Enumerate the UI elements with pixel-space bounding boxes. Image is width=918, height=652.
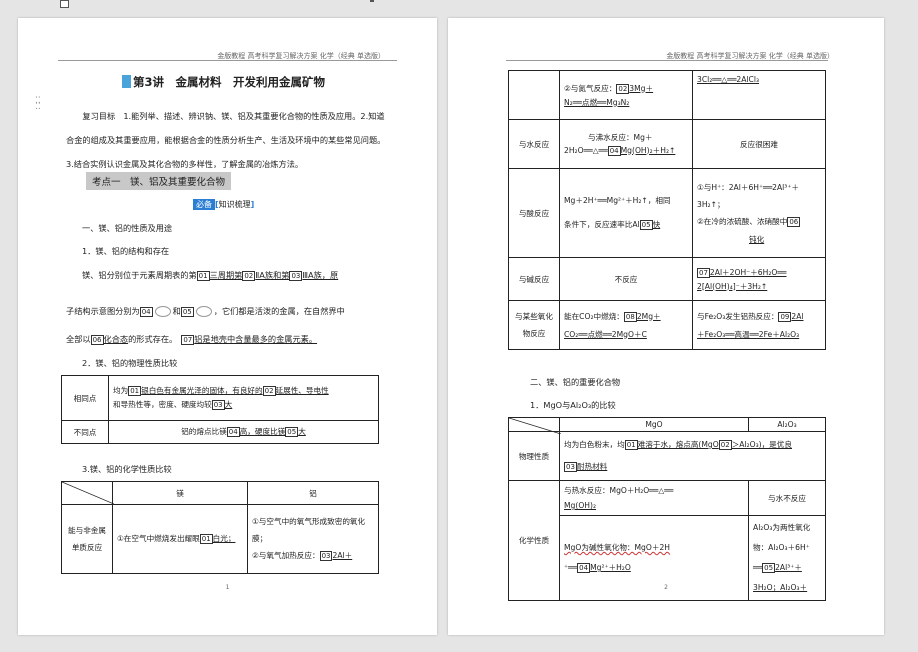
review-objectives: 复习目标 1.能列举、描述、辨识钠、镁、铝及其重要化合物的性质及应用。2.知道合…	[66, 111, 386, 169]
table-cell: 不反应	[559, 257, 693, 301]
heading-1-2: 2．镁、铝的物理性质比较	[82, 358, 178, 368]
badge-primary: 必备	[193, 199, 215, 210]
table-cell: 能在CO₂中燃烧： 08 2Mg＋ CO₂══点燃══2MgO＋C	[559, 300, 693, 350]
page-number: 1	[225, 584, 230, 591]
table-row: 与水反应 与沸水反应：Mg＋ 2H₂O══△══ 04 Mg(OH)₂＋H₂↑ 反应很…	[508, 119, 826, 169]
diagonal-header-cell	[508, 417, 561, 434]
diagonal-header-cell	[61, 481, 114, 505]
document-page-1: 金版教程 高考科学复习解决方案 化学（经典 单选版） ⁚⁚ ⁚⁚ 第3讲 金属材料…	[18, 18, 437, 635]
row-label: 与碱反应	[508, 257, 560, 301]
heading-2: 二、镁、铝的重要化合物	[530, 377, 621, 387]
table-row: 不同点 铝的熔点比镁 04 高，硬度比镁 05 大	[61, 420, 379, 444]
table-cell: 反应很困难	[692, 119, 826, 169]
al-atom-diagram-icon	[195, 306, 212, 317]
table-cell: 与水不反应	[748, 480, 826, 516]
row-label: 相同点	[61, 375, 109, 421]
physical-properties-table: 相同点 均为 01 银白色有金属光泽的固体，有良好的 02 延展性、导电性 和导热性等，…	[61, 375, 379, 444]
blank-number: 01	[196, 271, 210, 281]
table-row: 与某些氧化物反应 能在CO₂中燃烧： 08 2Mg＋ CO₂══点燃══2MgO＋C …	[508, 300, 826, 350]
table-cell: ②与氮气反应： 02 3Mg＋ N₂══点燃══Mg₃N₂	[559, 70, 693, 120]
title-marker-icon	[122, 75, 131, 88]
table-cell: ①与H⁺：2Al＋6H⁺══2Al³⁺＋ 3H₂↑； ②在冷的浓硫酸、浓硝酸中 06 钝…	[692, 168, 826, 258]
table-cell: 均为白色粉末，均 01 难溶于水，熔点高(MgO 02 ＞Al₂O₃)，是优良 03 耐热材…	[559, 431, 826, 481]
column-header: 铝	[247, 481, 379, 505]
page-number: 2	[664, 584, 668, 591]
blank-number: 05	[180, 307, 194, 317]
table-row: 化学性质 与热水反应：MgO＋H₂O══△══ Mg(OH)₂ 与水不反应	[508, 480, 826, 601]
heading-1-1: 1．镁、铝的结构和存在	[82, 246, 170, 256]
chemical-properties-table: 镁 铝 能与非金属单质反应 ①在空气中燃烧发出耀眼 01 白光； ①与空气中的氧气形…	[61, 481, 379, 574]
diagonal-line-icon	[62, 482, 114, 504]
table-row: 物理性质 均为白色粉末，均 01 难溶于水，熔点高(MgO 02 ＞Al₂O₃)，是优良…	[508, 431, 826, 481]
paragraph-line: 子结构示意图分别为 04 和 05 ，它们都是活泼的金属，在自然界中	[66, 306, 345, 317]
table-cell: 铝的熔点比镁 04 高，硬度比镁 05 大	[108, 420, 379, 444]
table-cell: 与沸水反应：Mg＋ 2H₂O══△══ 04 Mg(OH)₂＋H₂↑	[559, 119, 693, 169]
table-cell: 与Fe₂O₃发生铝热反应： 09 2Al ＋Fe₂O₃══高温══2Fe＋Al₂O₃	[692, 300, 826, 350]
row-label: 与某些氧化物反应	[508, 300, 560, 350]
blank-number: 07	[181, 335, 195, 345]
table-cell: 均为 01 银白色有金属光泽的固体，有良好的 02 延展性、导电性 和导热性等，密度、硬…	[108, 375, 379, 421]
header-rule	[58, 60, 397, 61]
table-row: 与碱反应 不反应 07 2Al＋2OH⁻＋6H₂O══ 2[Al(OH)₄]⁻＋3H…	[508, 257, 826, 301]
blank-number: 02	[242, 271, 256, 281]
heading-1: 一、镁、铝的性质及用途	[82, 223, 173, 233]
table-cell: ①与空气中的氧气形成致密的氧化膜； ②与氧气加热反应： 03 2Al＋	[247, 504, 379, 574]
table-row: 镁 铝	[61, 481, 379, 505]
table-cell: 07 2Al＋2OH⁻＋6H₂O══ 2[Al(OH)₄]⁻＋3H₂↑	[692, 257, 826, 301]
paragraph-line: 镁、铝分别位于元素周期表的第 01 三周期第 02 ⅡA族和第 03 ⅢA族，原	[82, 270, 339, 281]
row-label: 物理性质	[508, 431, 560, 481]
row-label: 能与非金属单质反应	[61, 504, 113, 574]
table-row: MgO Al₂O₃	[508, 417, 826, 434]
ruler-marker-icon	[370, 0, 374, 2]
row-label: 与酸反应	[508, 168, 560, 258]
column-header: Al₂O₃	[748, 417, 826, 432]
table-row: 能与非金属单质反应 ①在空气中燃烧发出耀眼 01 白光； ①与空气中的氧气形成致密的…	[61, 504, 379, 574]
blank-number: 03	[289, 271, 303, 281]
drag-handle-icon[interactable]: ⁚⁚ ⁚⁚	[35, 97, 41, 112]
toolbar-strip	[0, 0, 918, 8]
checkbox-icon[interactable]	[60, 0, 69, 8]
blank-number: 04	[139, 307, 153, 317]
chemical-properties-table-continued: ②与氮气反应： 02 3Mg＋ N₂══点燃══Mg₃N₂ 3Cl₂══△══2AlC…	[508, 70, 826, 350]
table-row: ②与氮气反应： 02 3Mg＋ N₂══点燃══Mg₃N₂ 3Cl₂══△══2AlC…	[508, 70, 826, 120]
row-label	[508, 70, 560, 120]
table-cell: 3Cl₂══△══2AlCl₃	[692, 70, 826, 120]
table-row: 与酸反应 Mg＋2H⁺══Mg²⁺＋H₂↑，相同 条件下，反应速率比Al 05 快 ①…	[508, 168, 826, 258]
document-page-2: 金版教程 高考科学复习解决方案 化学（经典 单选版） ②与氮气反应： 02 3Mg＋…	[448, 18, 884, 635]
table-cell: 与热水反应：MgO＋H₂O══△══ Mg(OH)₂	[559, 480, 749, 516]
heading-2-1: 1．MgO与Al₂O₃的比较	[530, 400, 616, 410]
table-cell: Mg＋2H⁺══Mg²⁺＋H₂↑，相同 条件下，反应速率比Al 05 快	[559, 168, 693, 258]
blank-number: 06	[90, 335, 104, 345]
mg-atom-diagram-icon	[154, 306, 171, 317]
section-heading: 考点一 镁、铝及其重要化合物	[86, 172, 232, 190]
badge-secondary: 知识梳理	[218, 200, 251, 209]
oxide-comparison-table: MgO Al₂O₃ 物理性质 均为白色粉末，均 01 难溶于水，熔点高(MgO 02 ＞…	[508, 417, 826, 601]
table-row: 相同点 均为 01 银白色有金属光泽的固体，有良好的 02 延展性、导电性 和导热性等，…	[61, 375, 379, 421]
paragraph-line: 全部以 06 化合态的形式存在。 07 铝是地壳中含量最多的金属元素。	[66, 334, 318, 345]
diagonal-line-icon	[509, 418, 561, 434]
header-rule	[506, 60, 828, 61]
row-label: 与水反应	[508, 119, 560, 169]
column-header: 镁	[112, 481, 248, 505]
heading-1-3: 3.镁、铝的化学性质比较	[82, 464, 172, 474]
section-badge: 必备 [知识梳理]	[193, 199, 254, 210]
table-cell: ①在空气中燃烧发出耀眼 01 白光；	[112, 504, 248, 574]
row-label: 化学性质	[508, 480, 560, 601]
row-label: 不同点	[61, 420, 109, 444]
column-header: MgO	[559, 417, 749, 432]
lesson-title: 第3讲 金属材料 开发利用金属矿物	[122, 74, 325, 90]
